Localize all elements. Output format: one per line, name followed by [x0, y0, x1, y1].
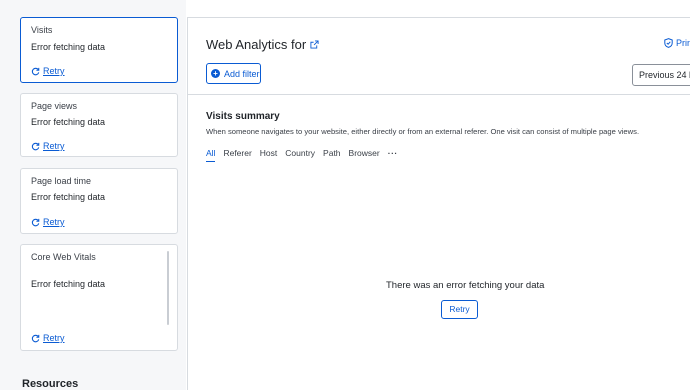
retry-button[interactable]: Retry [441, 300, 478, 319]
refresh-icon [31, 218, 40, 226]
add-filter-label: Add filter [224, 68, 260, 79]
card-error-text: Error fetching data [31, 279, 106, 289]
tab-referer[interactable]: Referer [223, 148, 251, 162]
more-tabs-icon[interactable]: ··· [388, 148, 398, 162]
refresh-icon [31, 142, 40, 150]
card-title: Page load time [31, 176, 92, 186]
header-divider [188, 94, 690, 95]
print-button[interactable]: Print [664, 38, 690, 48]
tab-all[interactable]: All [206, 148, 216, 162]
add-filter-button[interactable]: + Add filter [206, 63, 261, 84]
page-load-time-card[interactable]: Page load time Error fetching data Retry [20, 168, 178, 234]
page-views-card[interactable]: Page views Error fetching data Retry [20, 93, 178, 157]
tab-country[interactable]: Country [285, 148, 315, 162]
card-error-text: Error fetching data [31, 117, 106, 127]
time-range-select[interactable]: Previous 24 hours [632, 64, 690, 86]
tab-host[interactable]: Host [260, 148, 277, 162]
retry-label: Retry [43, 217, 65, 227]
shield-icon [664, 38, 673, 48]
error-message: There was an error fetching your data [386, 280, 545, 291]
retry-link[interactable]: Retry [31, 66, 65, 76]
card-title: Visits [31, 25, 53, 35]
print-label: Print [676, 38, 690, 48]
refresh-icon [31, 67, 40, 75]
tab-path[interactable]: Path [323, 148, 341, 162]
page-title-text: Web Analytics for [206, 37, 307, 52]
main-panel: Web Analytics for Print + Add filter Pre… [187, 17, 690, 390]
visits-summary-title: Visits summary [206, 111, 280, 122]
visits-summary-description: When someone navigates to your website, … [206, 127, 640, 136]
retry-link[interactable]: Retry [31, 141, 65, 151]
refresh-icon [31, 334, 40, 342]
page-title: Web Analytics for [206, 37, 319, 52]
core-web-vitals-card[interactable]: Core Web Vitals Error fetching data Retr… [20, 244, 178, 351]
sidebar: Visits Error fetching data Retry Page vi… [0, 0, 186, 390]
card-error-text: Error fetching data [31, 192, 106, 202]
visits-card[interactable]: Visits Error fetching data Retry [20, 17, 178, 83]
card-scrollbar[interactable] [167, 251, 169, 325]
summary-tabs: All Referer Host Country Path Browser ··… [206, 148, 398, 162]
retry-label: Retry [43, 66, 65, 76]
tab-browser[interactable]: Browser [349, 148, 380, 162]
plus-circle-icon: + [211, 69, 220, 78]
external-link-icon[interactable] [310, 40, 319, 49]
resources-heading: Resources [22, 378, 79, 390]
retry-label: Retry [43, 333, 65, 343]
retry-link[interactable]: Retry [31, 217, 65, 227]
card-title: Core Web Vitals [31, 252, 96, 262]
card-error-text: Error fetching data [31, 42, 106, 52]
card-title: Page views [31, 101, 78, 111]
retry-link[interactable]: Retry [31, 333, 65, 343]
retry-label: Retry [43, 141, 65, 151]
